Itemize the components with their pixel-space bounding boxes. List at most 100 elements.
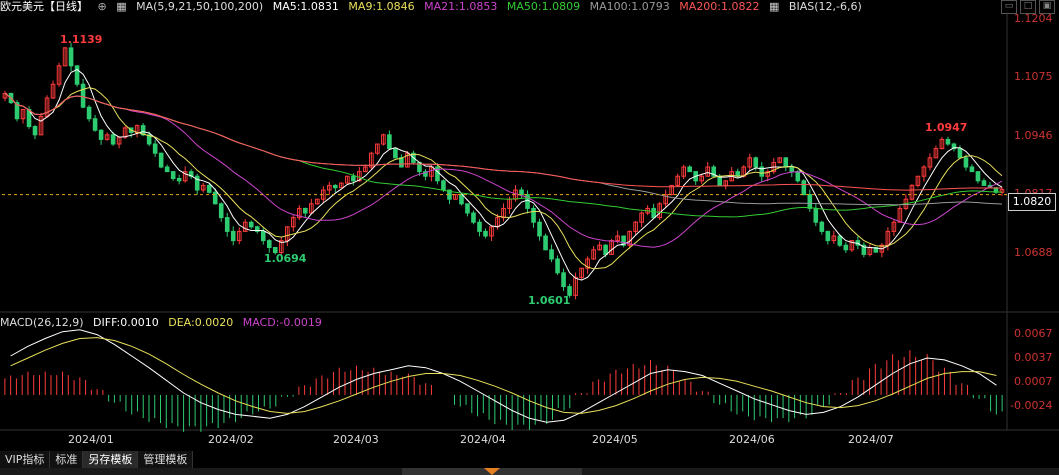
candle-body [92, 118, 98, 131]
chart-header: 欧元美元【日线】 ⊕ ▦ MA(5,9,21,50,100,200) MA5:1… [0, 0, 868, 14]
x-label-4: 2024/05 [592, 433, 638, 446]
macd-diff-line [10, 329, 997, 423]
candle-body [176, 178, 182, 182]
candle-body [98, 129, 104, 140]
candle-body [110, 134, 116, 145]
candle-body [260, 230, 266, 242]
candle-body [86, 106, 92, 120]
price-label-1: 1.1075 [1014, 70, 1053, 83]
candle-body [789, 166, 795, 173]
ma5-value: MA5:1.0831 [272, 0, 339, 13]
candle-body [152, 143, 158, 154]
candle-body [537, 221, 542, 237]
candle-body [164, 166, 170, 173]
candle-body [753, 157, 759, 168]
candle-body [975, 171, 981, 182]
ma9-value: MA9:1.0846 [348, 0, 415, 13]
annotation-high1: 1.1139 [60, 33, 103, 46]
candle-body [477, 221, 482, 232]
macd-label[interactable]: MACD(26,12,9) [0, 316, 84, 329]
candle-body [387, 134, 392, 150]
candle-body [303, 207, 308, 214]
candle-body [333, 184, 338, 189]
candle-body [561, 272, 566, 288]
tab-save-template[interactable]: 另存模板 [83, 451, 139, 468]
x-label-3: 2024/04 [460, 433, 506, 446]
candle-body [74, 65, 80, 85]
macd-label-1: 0.0037 [1014, 351, 1053, 364]
macd-value: MACD:-0.0019 [242, 316, 322, 329]
candle-body [212, 191, 218, 205]
annotation-high2: 1.0947 [925, 121, 968, 134]
candle-body [459, 194, 464, 205]
ma-indicator-icon: ▦ [116, 0, 127, 13]
chart-stage[interactable]: 欧元美元【日线】 ⊕ ▦ MA(5,9,21,50,100,200) MA5:1… [0, 0, 1059, 475]
candle-body [543, 235, 548, 251]
template-tabs: VIP指标 标准 另存模板 管理模板 [0, 451, 194, 468]
tab-vip[interactable]: VIP指标 [0, 451, 51, 468]
candle-body [531, 207, 536, 223]
candle-body [963, 157, 969, 168]
candle-body [80, 83, 86, 108]
candle-body [783, 157, 789, 168]
candle-body [170, 171, 176, 180]
candle-body [224, 217, 230, 232]
tab-standard[interactable]: 标准 [50, 451, 84, 468]
candle-body [807, 194, 813, 209]
candle-body [399, 157, 404, 168]
candle-body [555, 258, 560, 274]
candle-body [32, 126, 38, 136]
symbol-title[interactable]: 欧元美元【日线】 [0, 0, 88, 13]
candle-body [945, 138, 951, 145]
ma50-line [4, 93, 1003, 218]
macd-diff: DIFF:0.0010 [93, 316, 159, 329]
candle-body [969, 166, 975, 173]
scroll-arrow-icon[interactable] [484, 468, 500, 475]
current-price-tag: 1.0820 [1008, 193, 1056, 211]
price-chart[interactable] [0, 0, 1059, 475]
x-label-6: 2024/07 [848, 433, 894, 446]
candle-body [441, 180, 446, 191]
price-label-4: 1.0688 [1014, 246, 1053, 259]
macd-label-0: 0.0067 [1014, 327, 1053, 340]
ma-label[interactable]: MA(5,9,21,50,100,200) [136, 0, 263, 13]
macd-label-2: 0.0007 [1014, 375, 1053, 388]
candle-body [603, 244, 608, 255]
candle-body [248, 221, 254, 228]
candle-body [266, 240, 272, 249]
candle-body [687, 166, 692, 173]
x-label-0: 2024/01 [68, 433, 114, 446]
ma200-value: MA200:1.0822 [679, 0, 760, 13]
x-label-5: 2024/06 [729, 433, 775, 446]
macd-dea: DEA:0.0020 [168, 316, 234, 329]
candle-body [483, 230, 488, 237]
candle-body [813, 207, 819, 223]
target-icon[interactable]: ⊕ [98, 0, 107, 13]
ma200-line [4, 93, 1002, 191]
candle-body [519, 189, 524, 196]
candle-body [819, 221, 825, 232]
candle-body [651, 207, 656, 219]
ma21-value: MA21:1.0853 [424, 0, 498, 13]
candle-body [801, 180, 807, 196]
annotation-low1: 1.0694 [264, 252, 307, 265]
candle-body [230, 230, 236, 242]
candle-body [218, 203, 224, 219]
bias-label[interactable]: BIAS(12,-6,6) [789, 0, 862, 13]
macd-header: MACD(26,12,9) DIFF:0.0010 DEA:0.0020 MAC… [0, 316, 328, 330]
candle-body [158, 152, 164, 168]
candle-body [206, 184, 212, 193]
candle-body [837, 235, 843, 246]
ma100-value: MA100:1.0793 [589, 0, 670, 13]
price-label-2: 1.0946 [1014, 129, 1053, 142]
candle-body [465, 203, 470, 214]
tab-manage-template[interactable]: 管理模板 [138, 451, 194, 468]
candle-body [393, 148, 398, 159]
ma5-line [4, 69, 1003, 281]
x-label-1: 2024/02 [208, 433, 254, 446]
ma50-value: MA50:1.0809 [506, 0, 581, 13]
candle-body [825, 230, 831, 242]
x-label-2: 2024/03 [333, 433, 379, 446]
candle-body [957, 148, 963, 159]
candle-body [981, 180, 987, 186]
